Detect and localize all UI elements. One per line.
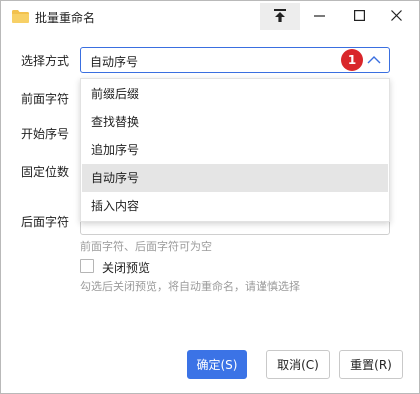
step-badge: 1	[341, 49, 363, 71]
dropdown-option-prefix-suffix[interactable]: 前缀后缀	[82, 80, 388, 108]
pin-top-icon	[274, 8, 286, 25]
maximize-icon	[353, 9, 365, 24]
ok-button[interactable]: 确定(S)	[187, 350, 247, 379]
reset-button[interactable]: 重置(R)	[339, 350, 403, 379]
dropdown-option-append-number[interactable]: 追加序号	[82, 136, 388, 164]
folder-icon	[12, 10, 29, 23]
prefix-label: 前面字符	[21, 92, 70, 106]
minimize-button[interactable]	[301, 3, 337, 30]
dropdown-option-find-replace[interactable]: 查找替换	[82, 108, 388, 136]
title-bar: 批量重命名	[1, 1, 419, 33]
minimize-icon	[313, 10, 325, 24]
pin-top-button[interactable]	[260, 3, 300, 30]
method-select-value: 自动序号	[90, 55, 139, 69]
window-title: 批量重命名	[35, 11, 96, 25]
maximize-button[interactable]	[341, 3, 377, 30]
batch-rename-dialog: 批量重命名 选择方式 前面字符 开始序号 固定位数 后面字符 自动序号 1 前缀…	[0, 0, 420, 394]
close-icon	[390, 9, 402, 24]
chevron-up-icon	[366, 53, 382, 67]
suffix-label: 后面字符	[21, 215, 70, 229]
dropdown-option-auto-number[interactable]: 自动序号	[82, 164, 388, 192]
close-preview-checkbox[interactable]	[80, 259, 94, 273]
method-label: 选择方式	[21, 54, 70, 68]
close-preview-label[interactable]: 关闭预览	[102, 259, 150, 276]
start-number-label: 开始序号	[21, 127, 70, 141]
close-button[interactable]	[378, 3, 414, 30]
cancel-button[interactable]: 取消(C)	[266, 350, 330, 379]
fixed-digits-label: 固定位数	[21, 165, 70, 179]
dropdown-option-insert-content[interactable]: 插入内容	[82, 192, 388, 220]
chars-hint: 前面字符、后面字符可为空	[80, 240, 212, 253]
preview-hint: 勾选后关闭预览，将自动重命名，请谨慎选择	[80, 280, 300, 293]
method-dropdown: 前缀后缀 查找替换 追加序号 自动序号 插入内容	[80, 78, 390, 222]
